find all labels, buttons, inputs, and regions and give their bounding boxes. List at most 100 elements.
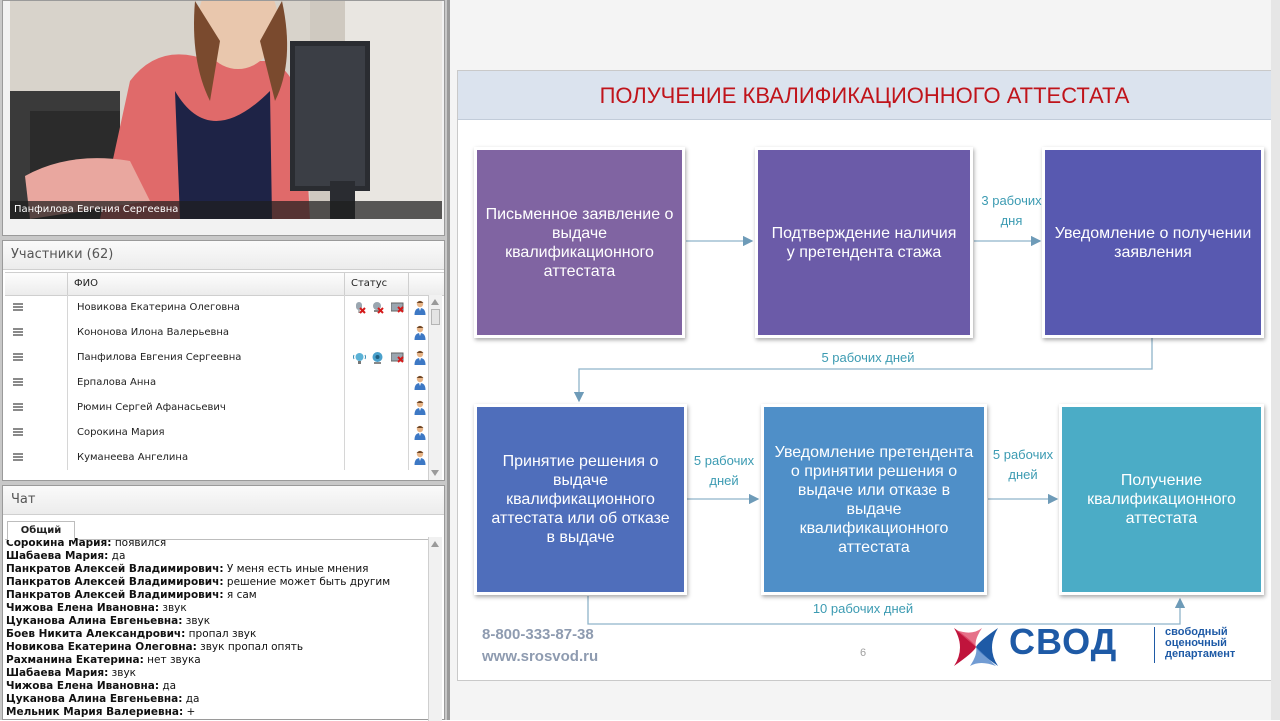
scroll-up-icon[interactable] (431, 299, 439, 305)
row-menu-icon[interactable] (13, 353, 23, 361)
row-menu-icon[interactable] (13, 378, 23, 386)
chat-message: Панкратов Алексей Владимирович: решение … (6, 576, 426, 589)
row-menu-icon[interactable] (13, 453, 23, 461)
chat-scrollbar[interactable] (428, 537, 442, 721)
chat-message: Цуканова Алина Евгеньевна: да (6, 693, 426, 706)
step-written-application: Письменное заявление о выдаче квалификац… (474, 147, 685, 338)
chat-message: Шабаева Мария: да (6, 550, 426, 563)
chat-message-author: Чижова Елена Ивановна: (6, 602, 160, 614)
user-icon (414, 400, 426, 415)
user-icon (414, 300, 426, 315)
logo-divider (1154, 627, 1155, 663)
participant-name: Панфилова Евгения Сергеевна (77, 352, 242, 363)
chat-message-author: Чижова Елена Ивановна: (6, 680, 160, 692)
participant-name: Кононова Илона Валерьевна (77, 327, 230, 338)
chat-message-text: решение может быть другим (223, 576, 391, 588)
participant-name: Куманеева Ангелина (77, 452, 189, 463)
chat-message: Шабаева Мария: звук (6, 667, 426, 680)
chat-message-author: Цуканова Алина Евгеньевна: (6, 615, 183, 627)
screen-muted-icon[interactable] (390, 301, 404, 314)
chat-message-text: звук пропал опять (196, 641, 304, 653)
arrow-b3-b4 (573, 337, 1153, 403)
user-icon (414, 325, 426, 340)
user-icon (414, 425, 426, 440)
participant-row[interactable]: Кононова Илона Валерьевна (5, 320, 430, 345)
chat-message: Рахманина Екатерина: нет звука (6, 654, 426, 667)
chat-panel: Чат Сорокина Мария: появился Шабаева Мари… (2, 485, 445, 721)
row-menu-icon[interactable] (13, 428, 23, 436)
chat-message: Чижова Елена Ивановна: да (6, 680, 426, 693)
webcam-image (10, 1, 442, 219)
participant-name: Рюмин Сергей Афанасьевич (77, 402, 226, 413)
chat-message: Боев Никита Александрович: пропал звук (6, 628, 426, 641)
webcam-video: Панфилова Евгения Сергеевна (10, 1, 442, 219)
chat-message-text: пропал звук (185, 628, 257, 640)
logo-tagline: свободный оценочный департамент (1165, 627, 1235, 660)
window-scrollbar[interactable] (1271, 0, 1280, 720)
participant-name: Ерпалова Анна (77, 377, 157, 388)
svod-logo-icon (954, 628, 998, 666)
label-10-days: 10 рабочих дней (812, 601, 914, 616)
participant-row[interactable]: Панфилова Евгения Сергеевна (5, 345, 430, 370)
label-5-days-b5-b6: 5 рабочих дней (992, 447, 1054, 482)
participant-row[interactable]: Ерпалова Анна (5, 370, 430, 395)
participant-name: Новикова Екатерина Олеговна (77, 302, 240, 313)
column-header-name[interactable]: ФИО (68, 273, 345, 295)
user-icon (414, 350, 426, 365)
chat-message: Чижова Елена Ивановна: звук (6, 602, 426, 615)
participant-row[interactable]: Сорокина Мария (5, 420, 430, 445)
screen-muted-icon[interactable] (390, 351, 404, 364)
label-5-days-b3-b4: 5 рабочих дней (821, 350, 915, 365)
chat-message-author: Новикова Екатерина Олеговна: (6, 641, 197, 653)
chat-message-text: появился (111, 537, 167, 549)
participant-row[interactable]: Рюмин Сергей Афанасьевич (5, 395, 430, 420)
chat-message: Панкратов Алексей Владимирович: У меня е… (6, 563, 426, 576)
chat-message: Мельник Мария Валериевна: + (6, 706, 426, 719)
left-column: Панфилова Евгения Сергеевна Участники (6… (0, 0, 447, 721)
row-menu-icon[interactable] (13, 403, 23, 411)
scroll-down-icon[interactable] (431, 470, 439, 476)
camera-muted-icon[interactable] (371, 301, 384, 314)
chat-message-text: да (182, 693, 200, 705)
row-menu-icon[interactable] (13, 303, 23, 311)
scroll-up-icon[interactable] (431, 541, 439, 547)
participants-list: Новикова Екатерина Олеговна Кононова Илон… (5, 295, 431, 480)
chat-messages: Сорокина Мария: появился Шабаева Мария: д… (6, 537, 426, 721)
column-header-menu (5, 273, 68, 295)
scroll-thumb[interactable] (431, 309, 440, 325)
participant-row[interactable]: Новикова Екатерина Олеговна (5, 295, 430, 320)
step-receive-certificate: Получение квалификационного аттестата (1059, 404, 1264, 595)
chat-message-author: Панкратов Алексей Владимирович: (6, 576, 224, 588)
row-menu-icon[interactable] (13, 328, 23, 336)
video-panel: Панфилова Евгения Сергеевна (2, 0, 445, 236)
chat-message-text: да (159, 680, 177, 692)
chat-message-author: Боев Никита Александрович: (6, 628, 186, 640)
label-5-days-b4-b5: 5 рабочих дней (693, 453, 755, 488)
step-decision: Принятие решения о выдаче квалификационн… (474, 404, 687, 595)
contact-website: www.srosvod.ru (482, 648, 599, 665)
chat-message-text: звук (159, 602, 187, 614)
chat-message: Панкратов Алексей Владимирович: я сам (6, 589, 426, 602)
mic-active-icon[interactable] (353, 351, 366, 364)
chat-message: Цуканова Алина Евгеньевна: звук (6, 615, 426, 628)
participants-scrollbar[interactable] (428, 295, 442, 480)
chat-message-author: Мельник Мария Валериевна: (6, 706, 184, 718)
column-header-status[interactable]: Статус (345, 273, 409, 295)
chat-message-text: нет звука (143, 654, 201, 666)
participants-panel: Участники (62) ФИО Статус Новикова Екате… (2, 240, 445, 481)
participant-row[interactable]: Куманеева Ангелина (5, 445, 430, 470)
user-icon (414, 450, 426, 465)
participant-name: Сорокина Мария (77, 427, 165, 438)
chat-message-text: я сам (223, 589, 257, 601)
chat-message-text: звук (108, 667, 137, 679)
mic-muted-icon[interactable] (353, 301, 366, 314)
chat-message-text: + (183, 706, 196, 718)
slide-page-number: 6 (860, 647, 867, 659)
camera-active-icon[interactable] (371, 351, 384, 364)
participants-table-header: ФИО Статус (5, 272, 444, 296)
user-icon (414, 375, 426, 390)
chat-message-text: У меня есть иные мнения (223, 563, 369, 575)
chat-tab-general[interactable]: Общий (7, 521, 75, 540)
slide: ПОЛУЧЕНИЕ КВАЛИФИКАЦИОННОГО АТТЕСТАТА Пи… (457, 70, 1272, 681)
chat-title: Чат (3, 486, 444, 515)
